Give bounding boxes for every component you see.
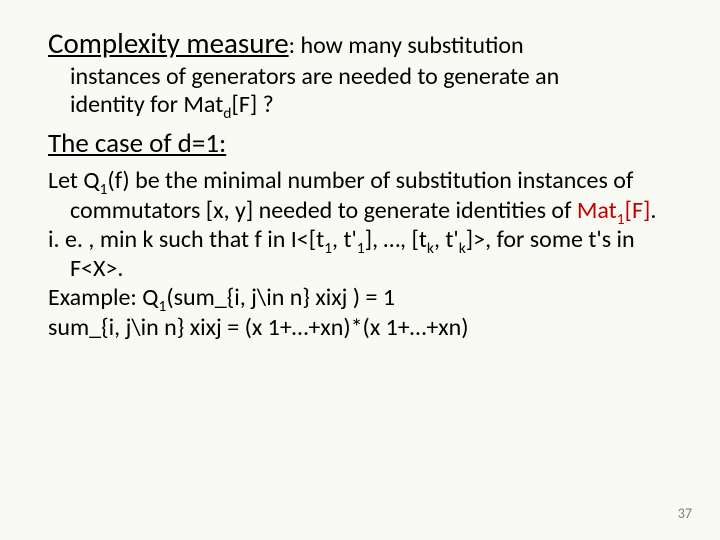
p2-s3: k: [427, 239, 434, 258]
p2-s1: 1: [324, 239, 332, 258]
p1-red-post: [F]: [625, 196, 651, 225]
p1-end: .: [650, 196, 656, 225]
paragraph-4: sum_{i, j\in n} xixj = (x 1+…+xn)*(x 1+……: [48, 313, 672, 342]
p2-d: , t': [434, 225, 459, 254]
heading-line-1: Complexity measure: how many substitutio…: [48, 26, 672, 61]
p3-b: (sum_{i, j\in n} xixj ) = 1: [166, 283, 395, 312]
p1-red: Mat1[F]: [577, 196, 651, 225]
heading-tail-a: : how many substitution: [289, 31, 524, 60]
p3-a: Example: Q: [48, 283, 158, 312]
heading-title: Complexity measure: [48, 25, 289, 61]
page-number: 37: [678, 505, 692, 522]
p2-a: i. e. , min k such that f in I<[t: [48, 225, 324, 254]
p1-red-pre: Mat: [577, 196, 617, 225]
p1-b: (f) be the minimal number of substitutio…: [70, 166, 633, 224]
case-heading: The case of d=1:: [48, 127, 672, 160]
paragraph-2: i. e. , min k such that f in I<[t1, t'1]…: [48, 225, 672, 284]
heading-tail-b1: instances of generators are needed to ge…: [70, 62, 559, 91]
paragraph-3: Example: Q1(sum_{i, j\in n} xixj ) = 1: [48, 283, 672, 312]
heading-tail-b2-post: [F] ?: [231, 90, 273, 119]
p2-s4: k: [459, 239, 466, 258]
body-text: Let Q 1 (f) be the minimal number of subst…: [48, 166, 672, 342]
p2-b: , t': [332, 225, 357, 254]
p2-s2: 1: [357, 239, 365, 258]
slide: Complexity measure: how many substitutio…: [0, 0, 720, 540]
paragraph-1: Let Q1(f) be the minimal number of subst…: [48, 166, 672, 225]
heading-tail-b2-pre: identity for Mat: [70, 90, 223, 119]
p2-c: ], …, [t: [365, 225, 427, 254]
p1-a: Let Q: [48, 166, 100, 195]
heading-continuation: instances of generators are needed to ge…: [70, 63, 672, 120]
